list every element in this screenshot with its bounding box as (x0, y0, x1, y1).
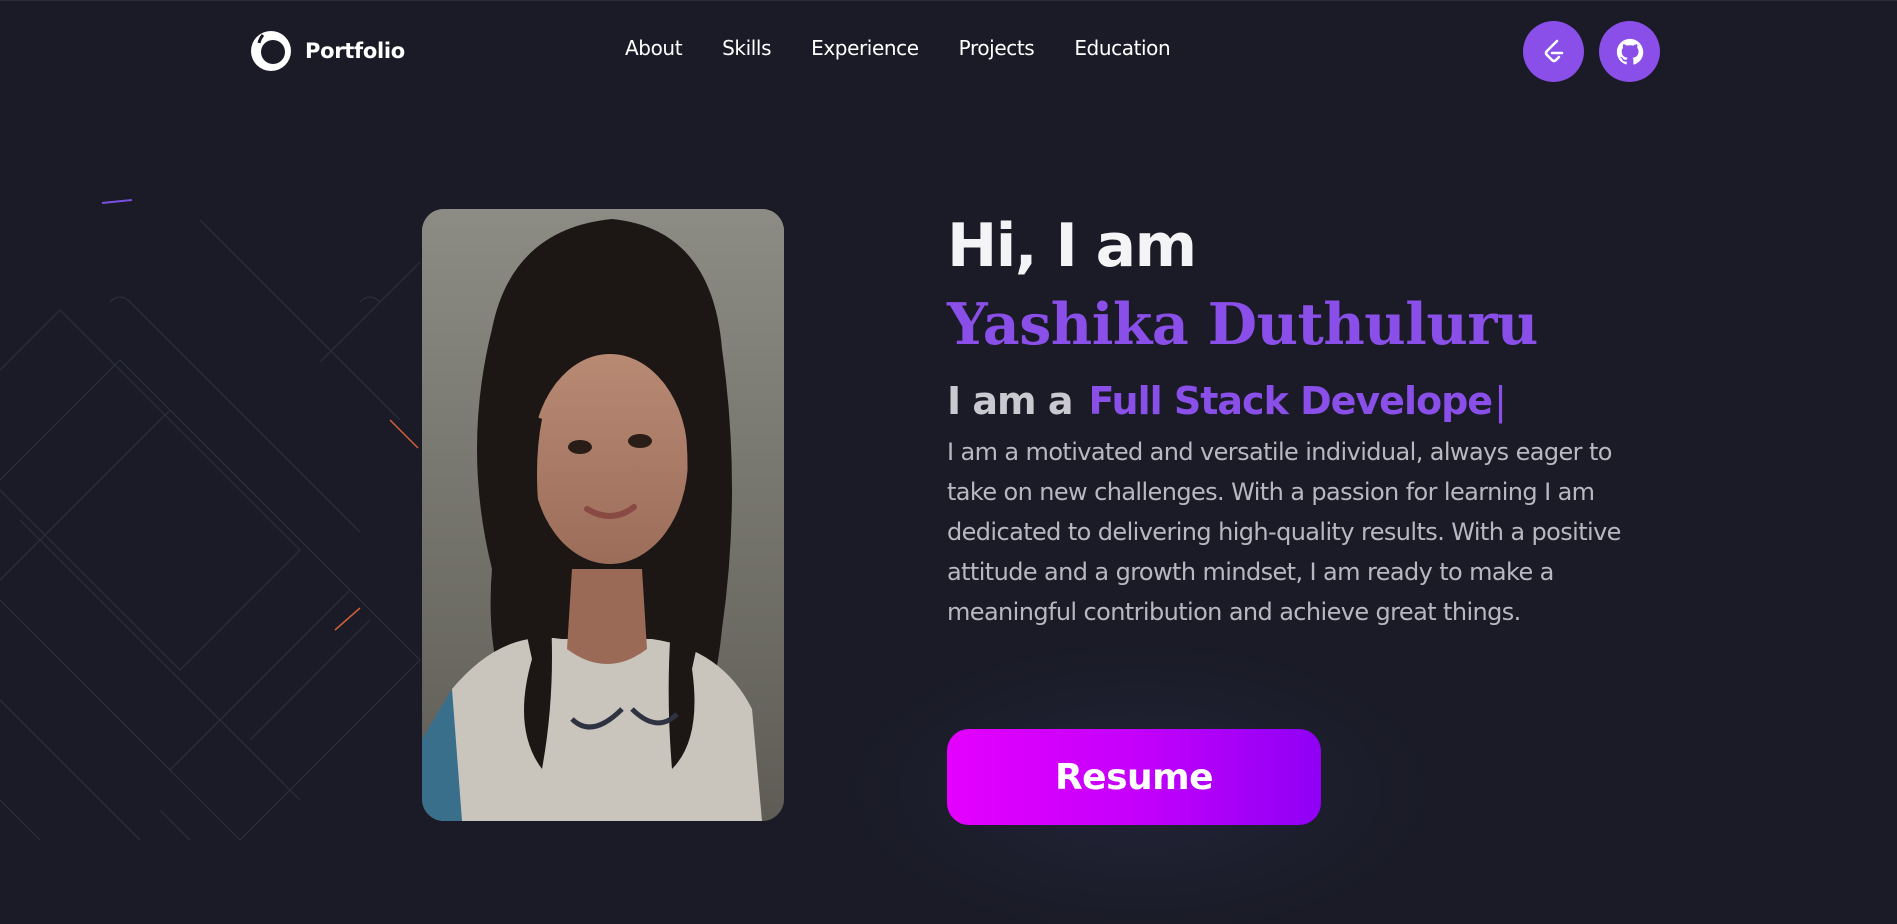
nav-links: About Skills Experience Projects Educati… (625, 36, 1171, 60)
nav-link-projects[interactable]: Projects (959, 36, 1035, 60)
brand-link[interactable]: Portfolio (249, 29, 405, 73)
profile-photo-illustration (422, 209, 784, 821)
navbar: Portfolio About Skills Experience Projec… (0, 0, 1897, 102)
leetcode-icon (1544, 39, 1563, 62)
greeting-heading: Hi, I am (947, 211, 1197, 281)
nav-link-about[interactable]: About (625, 36, 683, 60)
typewriter-cursor: | (1494, 379, 1507, 423)
hero-text: Hi, I am Yashika Duthuluru I am a Full S… (947, 210, 1647, 656)
leetcode-button[interactable] (1523, 21, 1584, 82)
resume-button[interactable]: Resume (947, 729, 1321, 825)
brand-label: Portfolio (305, 39, 405, 63)
page: Portfolio About Skills Experience Projec… (0, 0, 1897, 924)
github-icon (1616, 38, 1643, 65)
role-line: I am a Full Stack Develope | (947, 378, 1647, 424)
nav-link-skills[interactable]: Skills (722, 36, 771, 60)
nav-link-experience[interactable]: Experience (811, 36, 919, 60)
github-button[interactable] (1599, 21, 1660, 82)
role-prefix: I am a (947, 379, 1073, 423)
portfolio-logo-icon (251, 31, 291, 71)
name-heading: Yashika Duthuluru (947, 291, 1538, 358)
bio-paragraph: I am a motivated and versatile individua… (947, 438, 1621, 626)
role-typewriter: Full Stack Develope (1088, 379, 1493, 423)
nav-link-education[interactable]: Education (1074, 36, 1170, 60)
profile-photo (422, 209, 784, 821)
